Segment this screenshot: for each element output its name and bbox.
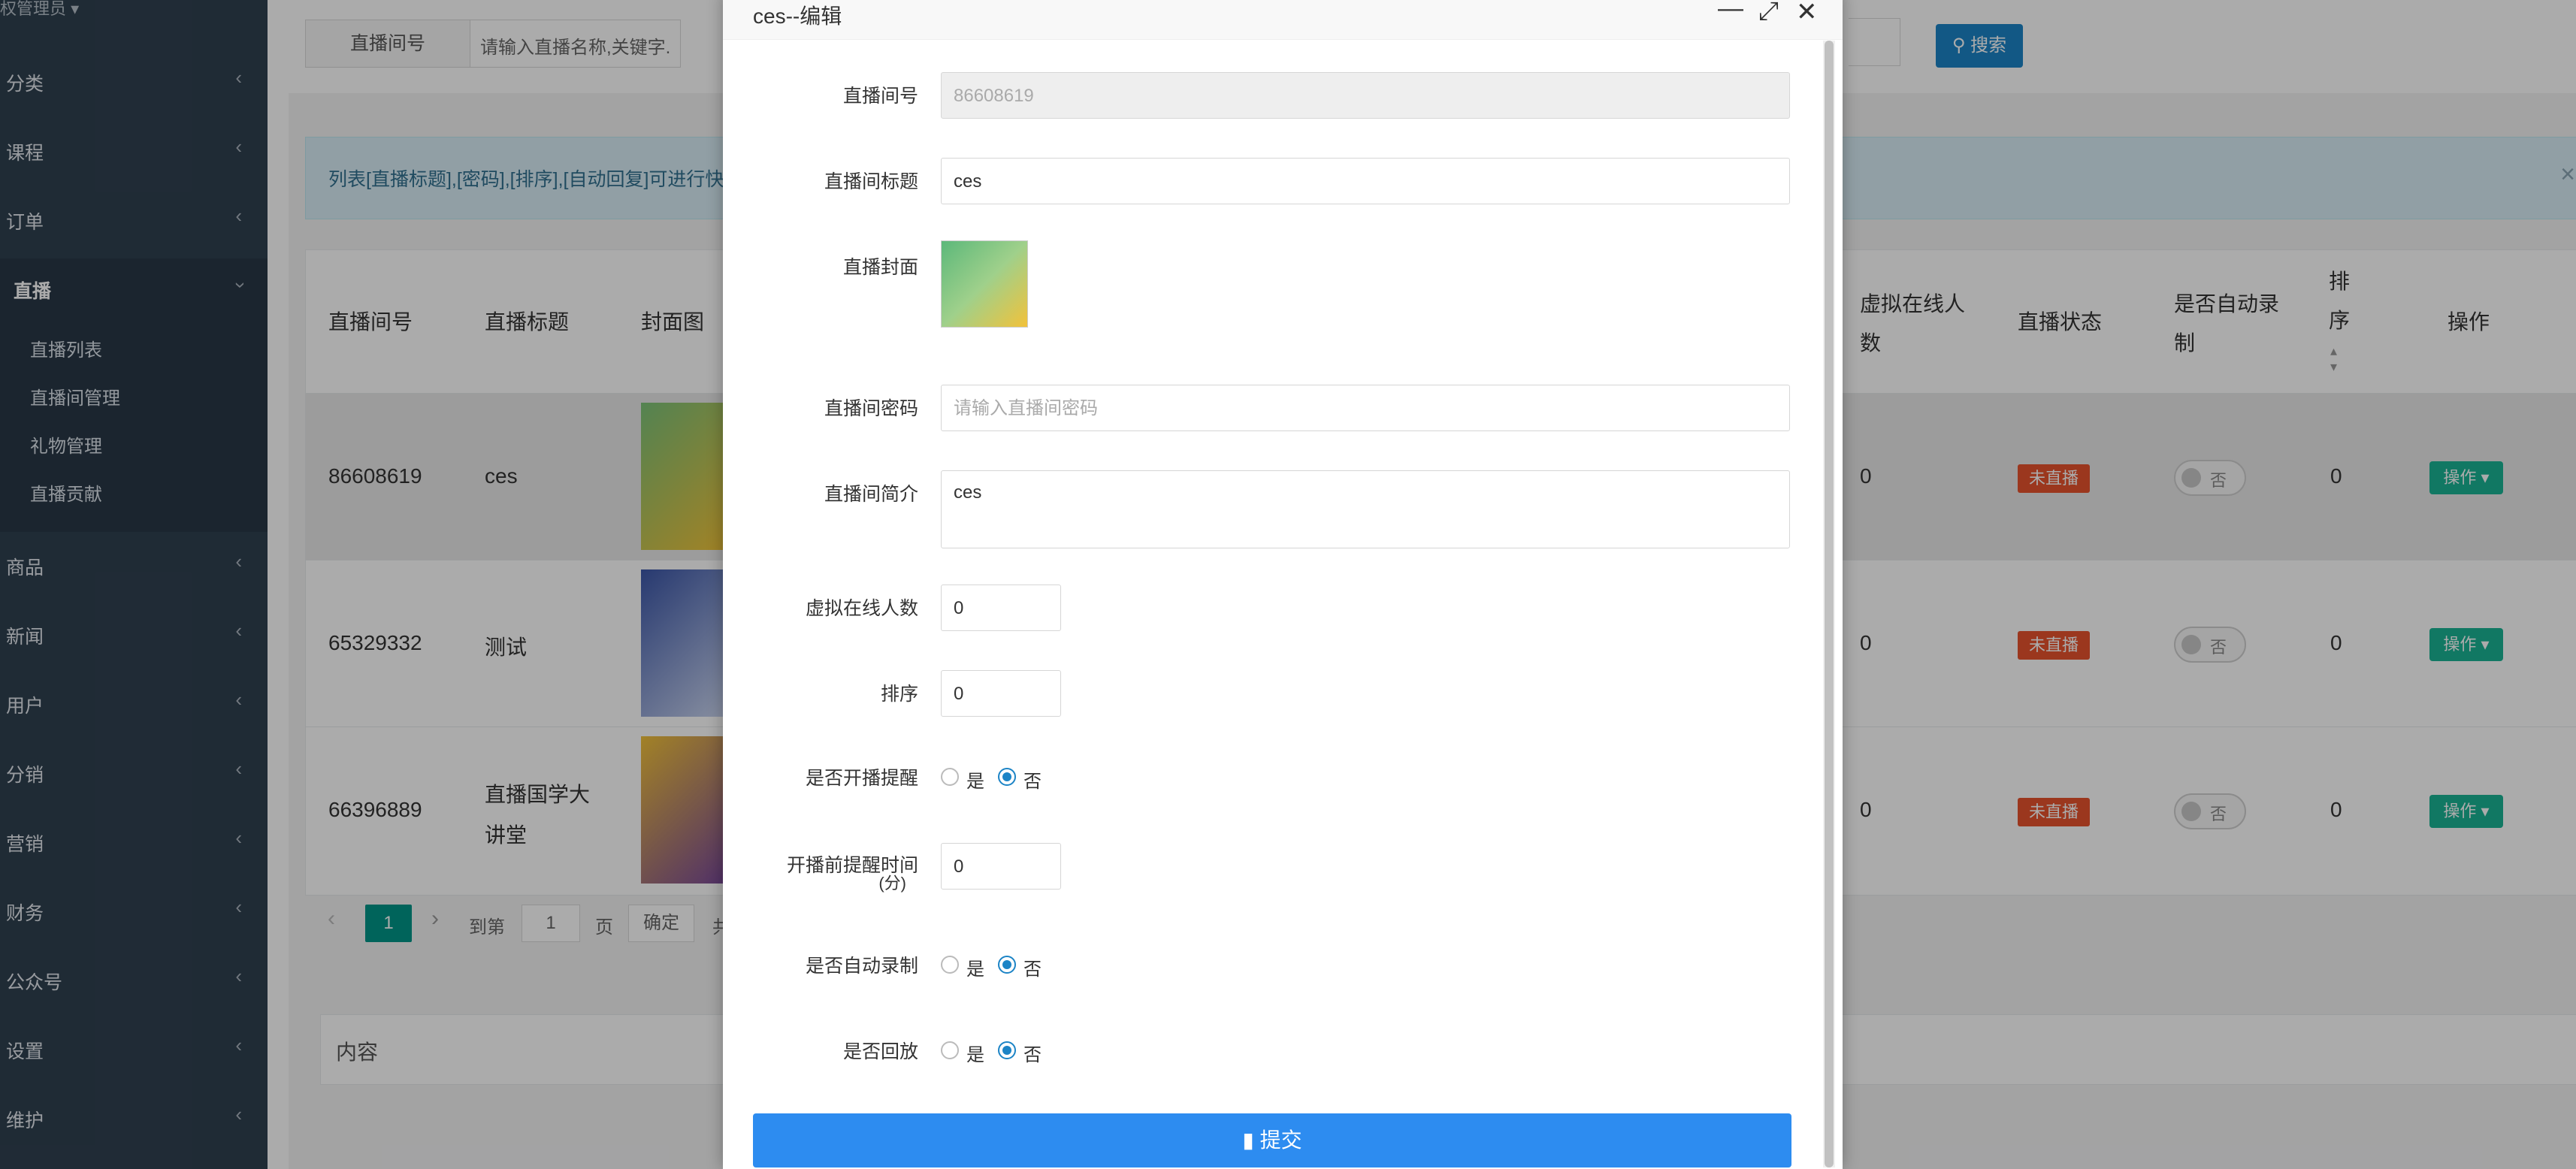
sort-label: 排序 (880, 684, 918, 705)
playback-no-radio[interactable] (998, 1041, 1016, 1059)
modal-header: ces--编辑 — ⤢ ✕ (723, 0, 1843, 40)
playback-label: 是否回放 (842, 1041, 918, 1062)
room-no-field: 86608619 (941, 72, 1790, 119)
auto-record-no-radio[interactable] (998, 956, 1016, 974)
remind-time-unit: (分) (878, 874, 906, 893)
submit-button[interactable]: ▮ 提交 (753, 1113, 1791, 1167)
password-field[interactable]: 请输入直播间密码 (941, 385, 1790, 431)
minimize-icon[interactable]: — (1718, 0, 1743, 23)
room-no-label: 直播间号 (842, 86, 918, 107)
title-field[interactable]: ces (941, 158, 1790, 204)
virtual-online-label: 虚拟在线人数 (805, 598, 918, 619)
remind-yes-radio[interactable] (941, 768, 959, 786)
maximize-icon[interactable]: ⤢ (1758, 0, 1779, 26)
sort-field[interactable]: 0 (941, 670, 1061, 717)
close-icon[interactable]: ✕ (1796, 0, 1818, 27)
virtual-online-field[interactable]: 0 (941, 584, 1061, 631)
intro-textarea[interactable]: ces (941, 470, 1790, 548)
modal-title: ces--编辑 (753, 5, 842, 28)
remind-no-radio[interactable] (998, 768, 1016, 786)
modal-scrollbar[interactable] (1823, 41, 1835, 1167)
edit-modal: ces--编辑 — ⤢ ✕ 直播间号 86608619 直播间标题 ces 直播… (723, 0, 1843, 1169)
cover-label: 直播封面 (842, 257, 918, 278)
playback-yes-radio[interactable] (941, 1041, 959, 1059)
title-label: 直播间标题 (824, 171, 918, 192)
password-label: 直播间密码 (824, 398, 918, 419)
intro-label: 直播间简介 (824, 484, 918, 505)
remind-label: 是否开播提醒 (805, 768, 918, 789)
remind-time-field[interactable]: 0 (941, 843, 1061, 890)
auto-record-yes-radio[interactable] (941, 956, 959, 974)
cover-upload-image[interactable] (941, 240, 1028, 328)
save-icon: ▮ (1242, 1128, 1254, 1152)
auto-record-label: 是否自动录制 (805, 956, 918, 977)
